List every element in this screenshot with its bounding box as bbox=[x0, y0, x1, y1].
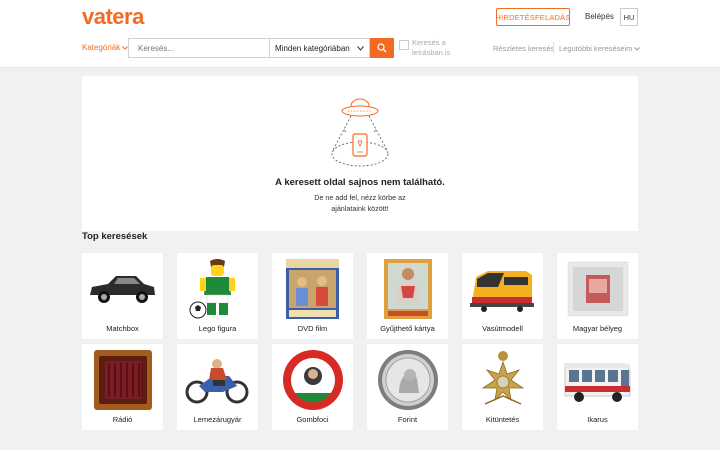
top-search-label: Kitüntetés bbox=[485, 415, 520, 424]
top-search-label: Gombfoci bbox=[296, 415, 329, 424]
car-icon bbox=[90, 275, 155, 303]
top-search-label: DVD film bbox=[297, 324, 328, 333]
chevron-down-icon bbox=[634, 46, 641, 51]
train-icon bbox=[470, 270, 534, 312]
vatera-logo[interactable]: vatera bbox=[82, 4, 144, 30]
top-search-card[interactable]: Lemezárugyár bbox=[177, 344, 258, 430]
chevron-down-icon bbox=[357, 45, 364, 51]
lego-figure-icon bbox=[189, 259, 235, 319]
top-search-card[interactable]: Rádió bbox=[82, 344, 163, 430]
search-input[interactable] bbox=[128, 38, 270, 58]
top-search-label: Magyar bélyeg bbox=[572, 324, 623, 333]
search-description-label: Keresés a leírásban is bbox=[412, 38, 451, 57]
login-link[interactable]: Belépés bbox=[585, 12, 614, 21]
language-selector[interactable]: HU bbox=[620, 8, 638, 26]
ufo-abduction-icon bbox=[331, 98, 389, 167]
top-search-card[interactable]: DVD film bbox=[272, 253, 353, 339]
top-search-card[interactable]: Forint bbox=[367, 344, 448, 430]
bus-icon bbox=[564, 363, 631, 402]
dvd-icon bbox=[286, 258, 339, 319]
medal-icon bbox=[481, 351, 524, 405]
post-ad-button[interactable]: HIRDETÉSFELADÁS bbox=[495, 8, 570, 26]
radio-icon bbox=[93, 349, 152, 410]
motorbike-toy-icon bbox=[185, 358, 249, 403]
top-search-label: Vasútmodell bbox=[482, 324, 523, 333]
card-icon bbox=[383, 258, 432, 319]
search-description-checkbox[interactable] bbox=[399, 40, 409, 50]
search-icon bbox=[377, 43, 387, 53]
not-found-subtitle: De ne add fel, nézz körbe az ajánlataink… bbox=[314, 193, 406, 213]
top-searches-title: Top keresések bbox=[82, 231, 148, 242]
top-search-card[interactable]: Ikarus bbox=[557, 344, 638, 430]
categories-label: Kategóriák bbox=[82, 43, 121, 52]
top-search-card[interactable]: Lego figura bbox=[177, 253, 258, 339]
top-search-label: Matchbox bbox=[106, 324, 139, 333]
top-search-label: Lego figura bbox=[198, 324, 237, 333]
categories-dropdown[interactable]: Kategóriák bbox=[82, 43, 129, 52]
search-button[interactable] bbox=[370, 38, 394, 58]
category-select[interactable]: Minden kategóriában bbox=[269, 38, 370, 58]
top-searches-grid: Matchbox Lego figura DVD film Gyűjthető … bbox=[82, 253, 643, 430]
top-search-card[interactable]: Gyűjthető kártya bbox=[367, 253, 448, 339]
top-search-label: Ikarus bbox=[587, 415, 608, 424]
coin-icon bbox=[377, 349, 438, 410]
top-search-label: Lemezárugyár bbox=[193, 415, 242, 424]
top-search-label: Forint bbox=[397, 415, 418, 424]
recent-searches-label: Legutóbbi kereséseim bbox=[559, 44, 633, 53]
button-football-icon bbox=[282, 349, 343, 410]
not-found-panel: A keresett oldal sajnos nem található. D… bbox=[82, 76, 638, 231]
top-search-card[interactable]: Matchbox bbox=[82, 253, 163, 339]
top-search-card[interactable]: Vasútmodell bbox=[462, 253, 543, 339]
category-select-value: Minden kategóriában bbox=[275, 43, 350, 53]
stamp-icon bbox=[567, 261, 628, 316]
top-search-label: Gyűjthető kártya bbox=[380, 324, 435, 333]
advanced-search-link[interactable]: Részletes keresés bbox=[493, 44, 554, 53]
top-search-card[interactable]: Magyar bélyeg bbox=[557, 253, 638, 339]
divider bbox=[553, 42, 554, 53]
not-found-title: A keresett oldal sajnos nem található. bbox=[275, 177, 445, 188]
top-search-card[interactable]: Gombfoci bbox=[272, 344, 353, 430]
top-search-label: Rádió bbox=[112, 415, 133, 424]
header: vatera HIRDETÉSFELADÁS Belépés HU Kategó… bbox=[0, 0, 720, 68]
recent-searches-dropdown[interactable]: Legutóbbi kereséseim bbox=[559, 44, 641, 53]
top-search-card[interactable]: Kitüntetés bbox=[462, 344, 543, 430]
